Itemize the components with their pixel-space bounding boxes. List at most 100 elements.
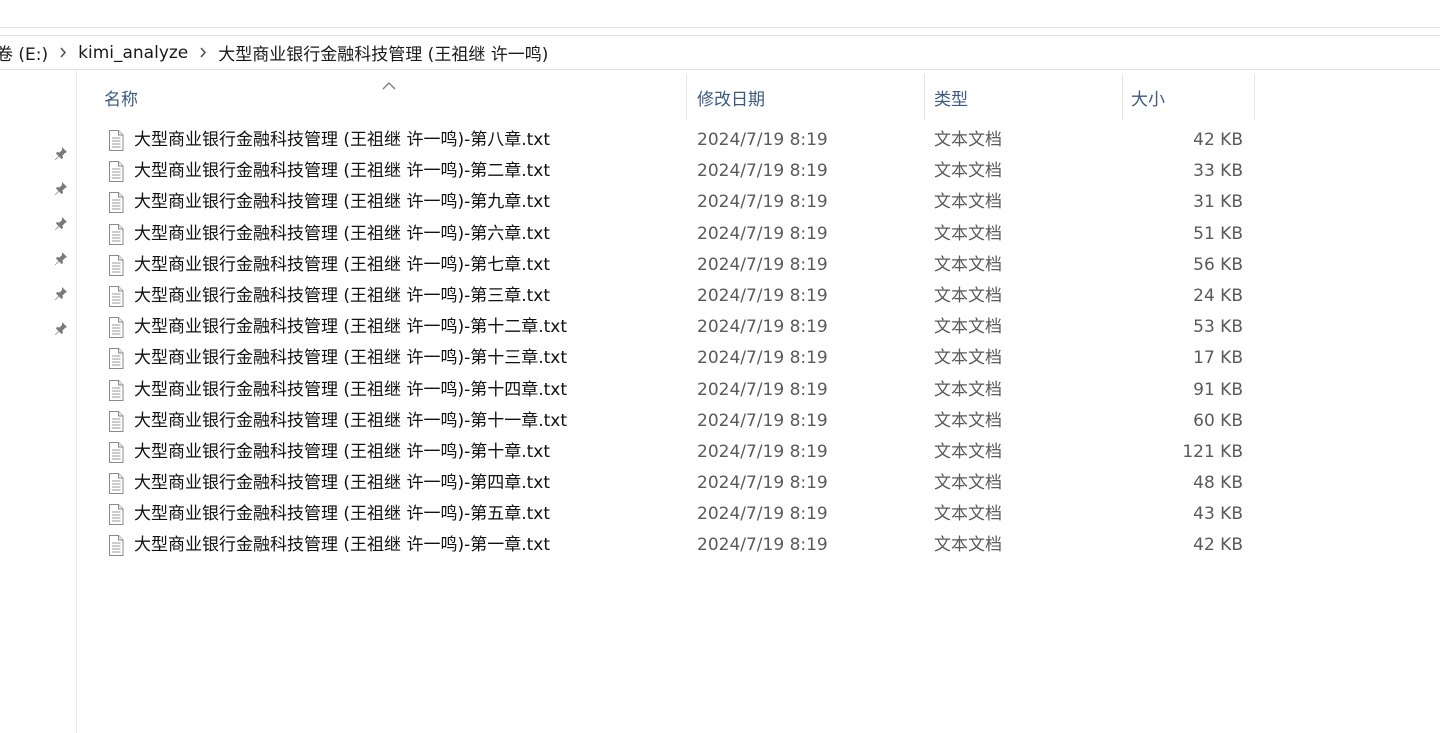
column-header-size-label: 大小 [1131,89,1165,110]
text-file-icon [108,379,124,401]
file-modified-date: 2024/7/19 8:19 [697,192,828,213]
file-modified-date: 2024/7/19 8:19 [697,130,828,150]
file-modified-date: 2024/7/19 8:19 [697,410,828,431]
text-file-icon [108,192,124,214]
breadcrumb-folder-kimi-analyze[interactable]: kimi_analyze [74,43,192,63]
file-name[interactable]: 大型商业银行金融科技管理 (王祖继 许一鸣)-第六章.txt [134,219,550,250]
sort-up-icon [382,75,396,90]
column-header-name[interactable]: 名称 [77,74,687,120]
file-name[interactable]: 大型商业银行金融科技管理 (王祖继 许一鸣)-第十四章.txt [134,375,567,406]
file-type: 文本文档 [934,192,1002,213]
file-modified-date: 2024/7/19 8:19 [697,161,828,182]
pin-icon[interactable] [53,180,69,196]
column-header-type-label: 类型 [934,89,968,110]
text-file-icon [108,504,124,526]
file-size: 51 KB [1193,223,1243,244]
file-modified-date: 2024/7/19 8:19 [697,317,828,338]
file-size: 121 KB [1182,441,1243,462]
file-type: 文本文档 [934,379,1002,400]
file-type: 文本文档 [934,223,1002,244]
pin-icon[interactable] [53,215,69,231]
file-modified-date: 2024/7/19 8:19 [697,441,828,462]
column-header-type[interactable]: 类型 [925,74,1123,120]
breadcrumb: 卷 (E:) kimi_analyze 大型商业银行金融科技管理 (王祖继 许一… [0,36,552,69]
file-type: 文本文档 [934,410,1002,431]
file-row[interactable]: 大型商业银行金融科技管理 (王祖继 许一鸣)-第一章.txt 2024/7/19 … [77,530,1255,561]
file-modified-date: 2024/7/19 8:19 [697,379,828,400]
text-file-icon [108,130,124,151]
file-size: 31 KB [1193,192,1243,213]
chevron-right-icon[interactable] [192,47,214,58]
breadcrumb-drive[interactable]: 卷 (E:) [0,40,52,65]
file-row[interactable]: 大型商业银行金融科技管理 (王祖继 许一鸣)-第七章.txt 2024/7/19 … [77,250,1255,281]
file-type: 文本文档 [934,285,1002,306]
file-modified-date: 2024/7/19 8:19 [697,504,828,525]
file-row[interactable]: 大型商业银行金融科技管理 (王祖继 许一鸣)-第八章.txt 2024/7/19 … [77,125,1255,156]
breadcrumb-current-folder[interactable]: 大型商业银行金融科技管理 (王祖继 许一鸣) [214,40,552,65]
file-name[interactable]: 大型商业银行金融科技管理 (王祖继 许一鸣)-第九章.txt [134,187,550,218]
file-type: 文本文档 [934,130,1002,150]
file-row[interactable]: 大型商业银行金融科技管理 (王祖继 许一鸣)-第二章.txt 2024/7/19 … [77,156,1255,187]
text-file-icon [108,535,124,557]
text-file-icon [108,410,124,432]
address-bar[interactable]: 卷 (E:) kimi_analyze 大型商业银行金融科技管理 (王祖继 许一… [0,35,1440,70]
column-header-date[interactable]: 修改日期 [688,74,925,120]
title-strip [0,0,1440,28]
file-row[interactable]: 大型商业银行金融科技管理 (王祖继 许一鸣)-第五章.txt 2024/7/19 … [77,499,1255,530]
file-name[interactable]: 大型商业银行金融科技管理 (王祖继 许一鸣)-第五章.txt [134,499,550,530]
file-name[interactable]: 大型商业银行金融科技管理 (王祖继 许一鸣)-第一章.txt [134,530,550,561]
navigation-pane [0,69,77,733]
file-modified-date: 2024/7/19 8:19 [697,223,828,244]
pin-icon[interactable] [53,320,69,336]
pin-icon[interactable] [53,145,69,161]
column-header-size[interactable]: 大小 [1123,74,1255,120]
file-row[interactable]: 大型商业银行金融科技管理 (王祖继 许一鸣)-第十三章.txt 2024/7/19… [77,343,1255,374]
file-modified-date: 2024/7/19 8:19 [697,285,828,306]
file-size: 60 KB [1193,410,1243,431]
file-name[interactable]: 大型商业银行金融科技管理 (王祖继 许一鸣)-第十二章.txt [134,312,567,343]
file-size: 33 KB [1193,161,1243,182]
file-size: 42 KB [1193,535,1243,556]
text-file-icon [108,223,124,245]
file-size: 91 KB [1193,379,1243,400]
file-row[interactable]: 大型商业银行金融科技管理 (王祖继 许一鸣)-第十二章.txt 2024/7/19… [77,312,1255,343]
text-file-icon [108,348,124,370]
file-name[interactable]: 大型商业银行金融科技管理 (王祖继 许一鸣)-第八章.txt [134,125,550,156]
file-row[interactable]: 大型商业银行金融科技管理 (王祖继 许一鸣)-第十四章.txt 2024/7/19… [77,375,1255,406]
file-row[interactable]: 大型商业银行金融科技管理 (王祖继 许一鸣)-第九章.txt 2024/7/19 … [77,187,1255,218]
file-name[interactable]: 大型商业银行金融科技管理 (王祖继 许一鸣)-第四章.txt [134,468,550,499]
file-row[interactable]: 大型商业银行金融科技管理 (王祖继 许一鸣)-第六章.txt 2024/7/19 … [77,219,1255,250]
file-row[interactable]: 大型商业银行金融科技管理 (王祖继 许一鸣)-第十一章.txt 2024/7/19… [77,406,1255,437]
file-type: 文本文档 [934,441,1002,462]
file-size: 17 KB [1193,348,1243,369]
column-header-name-label: 名称 [104,89,138,110]
text-file-icon [108,473,124,495]
file-type: 文本文档 [934,504,1002,525]
file-name[interactable]: 大型商业银行金融科技管理 (王祖继 许一鸣)-第十三章.txt [134,343,567,374]
file-size: 48 KB [1193,473,1243,494]
file-name[interactable]: 大型商业银行金融科技管理 (王祖继 许一鸣)-第三章.txt [134,281,550,312]
file-row[interactable]: 大型商业银行金融科技管理 (王祖继 许一鸣)-第十章.txt 2024/7/19 … [77,437,1255,468]
file-type: 文本文档 [934,161,1002,182]
file-name[interactable]: 大型商业银行金融科技管理 (王祖继 许一鸣)-第七章.txt [134,250,550,281]
file-name[interactable]: 大型商业银行金融科技管理 (王祖继 许一鸣)-第二章.txt [134,156,550,187]
text-file-icon [108,254,124,276]
file-modified-date: 2024/7/19 8:19 [697,254,828,275]
file-name[interactable]: 大型商业银行金融科技管理 (王祖继 许一鸣)-第十章.txt [134,437,550,468]
text-file-icon [108,441,124,463]
text-file-icon [108,161,124,183]
file-size: 42 KB [1193,130,1243,150]
column-header-row: 名称 修改日期 类型 大小 [77,74,1255,120]
file-name[interactable]: 大型商业银行金融科技管理 (王祖继 许一鸣)-第十一章.txt [134,406,567,437]
file-size: 24 KB [1193,285,1243,306]
file-row[interactable]: 大型商业银行金融科技管理 (王祖继 许一鸣)-第三章.txt 2024/7/19 … [77,281,1255,312]
file-row[interactable]: 大型商业银行金融科技管理 (王祖继 许一鸣)-第四章.txt 2024/7/19 … [77,468,1255,499]
text-file-icon [108,285,124,307]
chevron-right-icon[interactable] [52,47,74,58]
column-header-date-label: 修改日期 [697,89,765,110]
pin-icon[interactable] [53,285,69,301]
file-size: 43 KB [1193,504,1243,525]
pin-icon[interactable] [53,250,69,266]
file-type: 文本文档 [934,348,1002,369]
file-modified-date: 2024/7/19 8:19 [697,348,828,369]
